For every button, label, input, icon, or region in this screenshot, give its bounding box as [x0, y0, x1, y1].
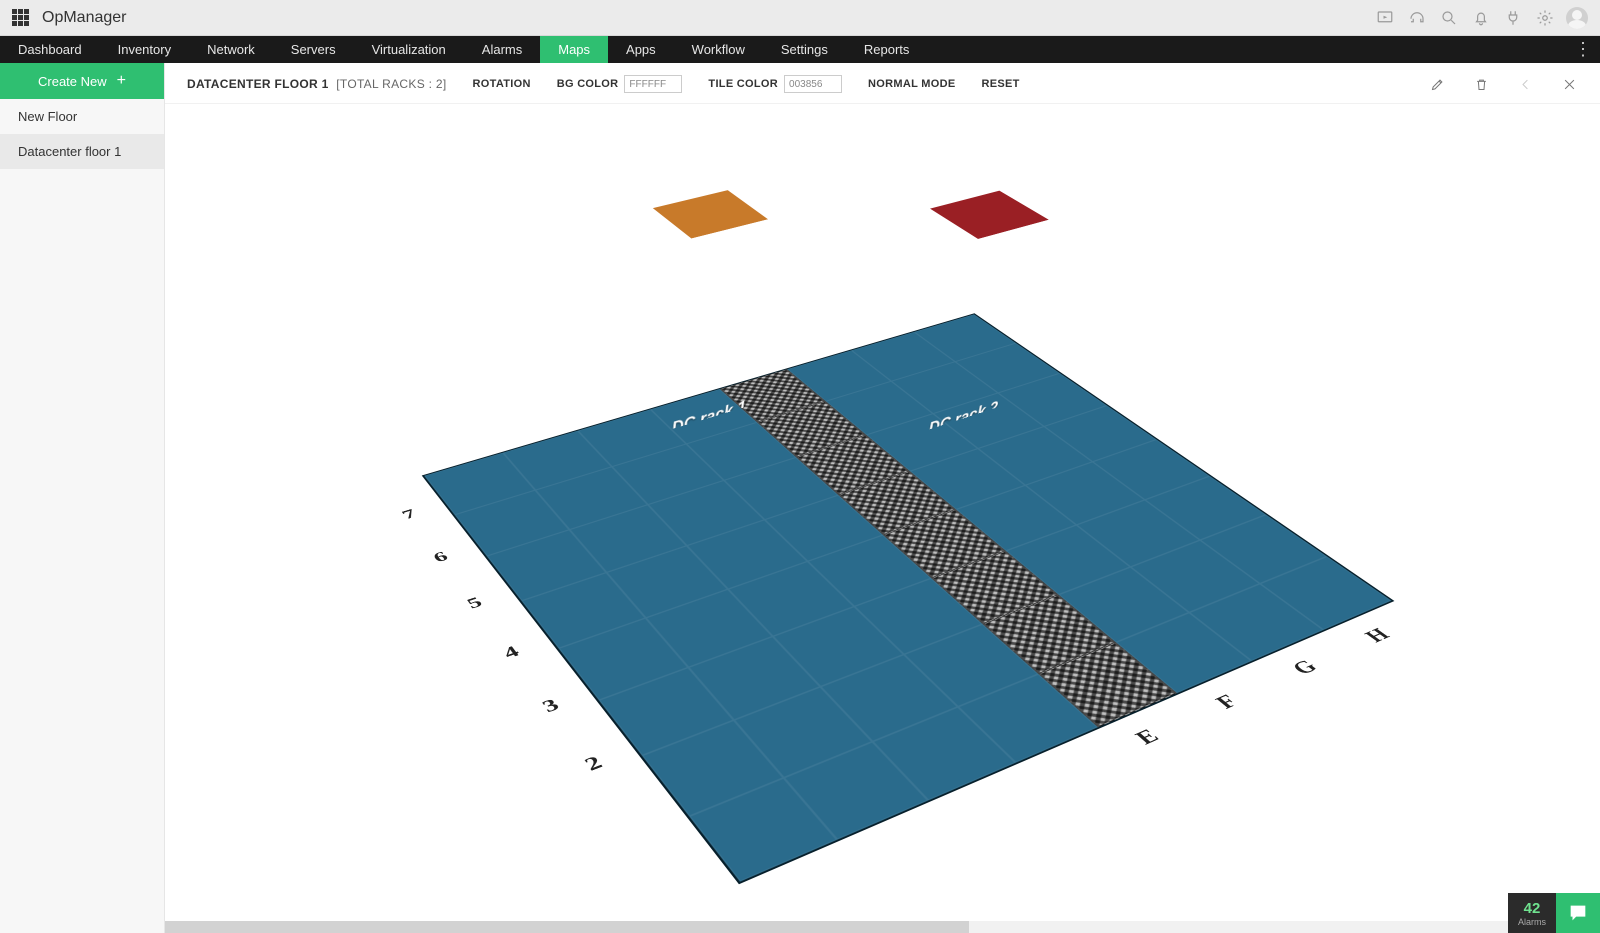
nav-servers[interactable]: Servers: [273, 36, 354, 63]
headset-icon[interactable]: [1404, 5, 1430, 31]
plug-icon[interactable]: [1500, 5, 1526, 31]
tilecolor-label: TILE COLOR: [708, 78, 778, 90]
sidebar-item-datacenter-floor-1[interactable]: Datacenter floor 1: [0, 134, 164, 169]
col-label: E: [1130, 726, 1165, 750]
row-label: 2: [580, 753, 606, 776]
create-new-label: Create New: [38, 74, 107, 89]
chat-icon[interactable]: [1556, 893, 1600, 933]
brand-title: OpManager: [42, 9, 127, 27]
bgcolor-input[interactable]: [624, 75, 682, 93]
trash-icon[interactable]: [1472, 75, 1490, 93]
nav-virtualization[interactable]: Virtualization: [354, 36, 464, 63]
plus-icon: +: [117, 73, 126, 89]
nav-workflow[interactable]: Workflow: [674, 36, 763, 63]
edit-icon[interactable]: [1428, 75, 1446, 93]
nav-alarms[interactable]: Alarms: [464, 36, 540, 63]
row-label: 3: [538, 696, 563, 717]
row-label: 5: [463, 594, 486, 612]
prev-icon: [1516, 75, 1534, 93]
normal-mode-button[interactable]: NORMAL MODE: [868, 78, 955, 90]
nav-reports[interactable]: Reports: [846, 36, 928, 63]
search-icon[interactable]: [1436, 5, 1462, 31]
row-label: 6: [430, 549, 452, 566]
nav-dashboard[interactable]: Dashboard: [0, 36, 100, 63]
present-icon[interactable]: [1372, 5, 1398, 31]
col-label: H: [1360, 625, 1396, 647]
alarm-label: Alarms: [1518, 917, 1546, 927]
alarm-count: 42: [1524, 900, 1541, 917]
nav-network[interactable]: Network: [189, 36, 273, 63]
nav-apps[interactable]: Apps: [608, 36, 674, 63]
col-label: G: [1287, 657, 1323, 680]
row-label: 4: [499, 643, 523, 663]
floor-toolbar: DATACENTER FLOOR 1 [TOTAL RACKS : 2] ROT…: [165, 63, 1600, 104]
nav-maps[interactable]: Maps: [540, 36, 608, 63]
sidebar-item-new-floor[interactable]: New Floor: [0, 99, 164, 134]
create-new-button[interactable]: Create New +: [0, 63, 164, 99]
reset-button[interactable]: RESET: [981, 78, 1019, 90]
floor-canvas[interactable]: 7 6 5 4 3 2 E F G H: [165, 104, 1600, 933]
row-label: 7: [399, 507, 420, 523]
bell-icon[interactable]: [1468, 5, 1494, 31]
floor-title: DATACENTER FLOOR 1 [TOTAL RACKS : 2]: [187, 77, 447, 91]
apps-grid-icon[interactable]: [12, 9, 30, 27]
bgcolor-label: BG COLOR: [557, 78, 619, 90]
gear-icon[interactable]: [1532, 5, 1558, 31]
alarm-count-badge[interactable]: 42 Alarms: [1508, 893, 1556, 933]
rotation-button[interactable]: ROTATION: [473, 78, 531, 90]
main-nav: Dashboard Inventory Network Servers Virt…: [0, 36, 1600, 63]
close-icon[interactable]: [1560, 75, 1578, 93]
nav-more-icon[interactable]: ⋮: [1574, 36, 1592, 63]
sidebar: Create New + New Floor Datacenter floor …: [0, 63, 165, 933]
horizontal-scrollbar[interactable]: [165, 921, 1600, 933]
nav-settings[interactable]: Settings: [763, 36, 846, 63]
nav-inventory[interactable]: Inventory: [100, 36, 189, 63]
user-avatar-icon[interactable]: [1566, 7, 1588, 29]
col-label: F: [1210, 691, 1243, 713]
tilecolor-input[interactable]: [784, 75, 842, 93]
